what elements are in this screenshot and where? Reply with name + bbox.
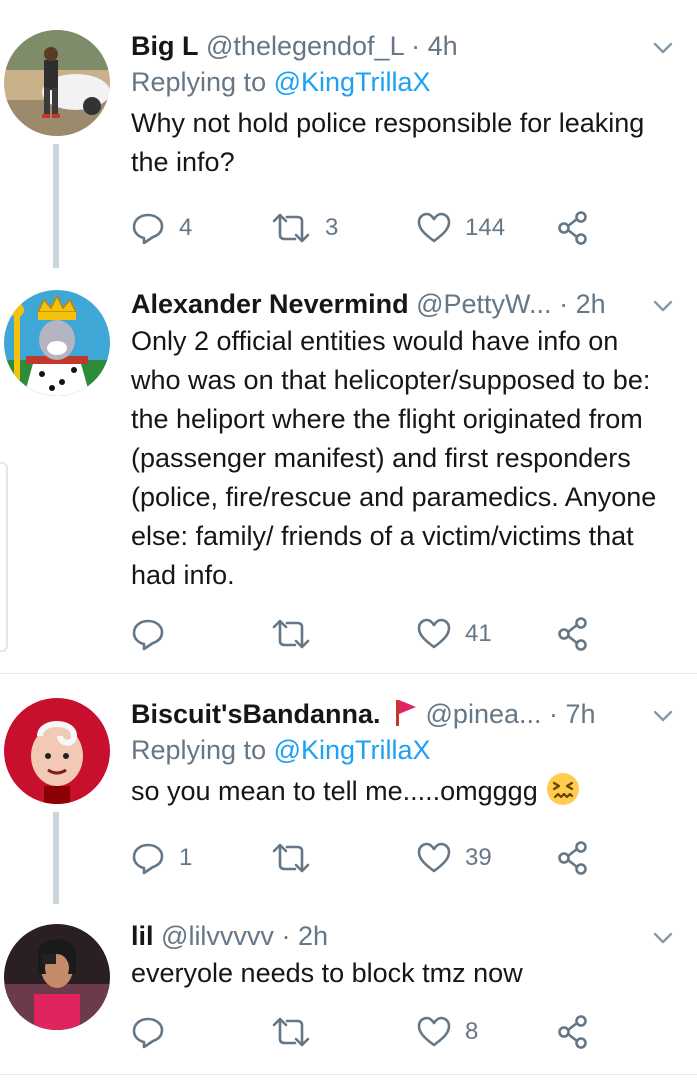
retweet-icon (272, 1017, 310, 1047)
share-icon (558, 1015, 587, 1049)
tweet-text-content: so you mean to tell me.....omgggg (131, 776, 538, 806)
mention-link[interactable]: @KingTrillaX (274, 67, 431, 97)
reply-button[interactable]: 1 (131, 838, 192, 878)
retweet-button[interactable] (271, 1012, 325, 1052)
heart-icon (417, 618, 451, 649)
tweet-actions: 41 (131, 614, 611, 654)
tweet-text: Only 2 official entities would have info… (131, 326, 657, 590)
avatar[interactable] (4, 30, 110, 136)
avatar[interactable] (4, 924, 110, 1030)
timestamp[interactable]: · 2h (559, 289, 606, 319)
chevron-down-icon[interactable] (651, 294, 675, 318)
tweet-actions: 1 39 (131, 838, 611, 878)
retweet-button[interactable] (271, 838, 325, 878)
heart-icon (417, 842, 451, 873)
retweet-count: 3 (325, 214, 339, 241)
reply-count: 1 (179, 844, 193, 871)
reply-button[interactable]: 4 (131, 208, 192, 248)
avatar[interactable] (4, 290, 110, 396)
like-button[interactable]: 144 (417, 208, 505, 248)
reply-icon (132, 1017, 164, 1049)
tweet-header: Alexander Nevermind @PettyW... · 2h (131, 286, 669, 322)
confounded-face-emoji (546, 773, 579, 805)
heart-icon (417, 1016, 451, 1047)
timestamp[interactable]: · 7h (549, 699, 596, 729)
divider (0, 1074, 697, 1075)
reply-button[interactable] (131, 1012, 179, 1052)
reply-icon (132, 843, 164, 875)
reply-icon (132, 619, 164, 651)
display-name[interactable]: Big L (131, 31, 199, 61)
like-count: 39 (465, 844, 492, 871)
replying-to-label: Replying to (131, 67, 274, 97)
handle[interactable]: @lilvvvvv (161, 921, 274, 951)
handle[interactable]: @PettyW... (416, 289, 551, 319)
tweet-text: everyole needs to block tmz now (131, 958, 523, 988)
timestamp[interactable]: · 2h (281, 921, 328, 951)
share-button[interactable] (557, 614, 589, 654)
thread-line (53, 812, 59, 904)
retweet-icon (272, 213, 310, 243)
avatar[interactable] (4, 698, 110, 804)
tweet-big-l[interactable]: Big L @thelegendof_L · 4h Replying to @K… (0, 0, 697, 268)
red-flag-icon (396, 700, 416, 726)
reply-icon (132, 213, 164, 245)
share-button[interactable] (557, 838, 589, 878)
replying-to-label: Replying to (131, 735, 274, 765)
tweet-header: Big L @thelegendof_L · 4h (131, 28, 669, 64)
tweet-actions: 8 (131, 1012, 611, 1052)
retweet-button[interactable]: 3 (271, 208, 338, 248)
handle[interactable]: @pinea... (426, 699, 542, 729)
retweet-icon (272, 619, 310, 649)
tweet-header: Biscuit'sBandanna. @pinea... · 7h (131, 696, 669, 732)
like-count: 144 (465, 214, 506, 241)
display-name[interactable]: Alexander Nevermind (131, 289, 409, 319)
tweet-lil[interactable]: lil @lilvvvvv · 2h everyole needs to blo… (0, 904, 697, 1074)
replying-to: Replying to @KingTrillaX (131, 64, 669, 100)
share-icon (558, 617, 587, 651)
chevron-down-icon[interactable] (651, 36, 675, 60)
reply-button[interactable] (131, 614, 179, 654)
chevron-down-icon[interactable] (651, 704, 675, 728)
display-name[interactable]: lil (131, 921, 154, 951)
like-button[interactable]: 8 (417, 1012, 478, 1052)
heart-icon (417, 212, 451, 243)
share-button[interactable] (557, 208, 589, 248)
timestamp[interactable]: · 4h (411, 31, 458, 61)
chevron-down-icon[interactable] (651, 926, 675, 950)
thread-line (53, 144, 59, 268)
like-count: 8 (465, 1018, 479, 1045)
display-name[interactable]: Biscuit'sBandanna. (131, 699, 380, 729)
share-button[interactable] (557, 1012, 589, 1052)
retweet-button[interactable] (271, 614, 325, 654)
reply-count: 4 (179, 214, 193, 241)
handle[interactable]: @thelegendof_L (206, 31, 404, 61)
share-icon (558, 841, 587, 875)
mention-link[interactable]: @KingTrillaX (274, 735, 431, 765)
like-button[interactable]: 41 (417, 614, 492, 654)
tweet-text: so you mean to tell me.....omgggg (131, 772, 669, 811)
tweet-alexander-nevermind[interactable]: Alexander Nevermind @PettyW... · 2h Only… (0, 268, 697, 672)
tweet-actions: 4 3 144 (131, 208, 611, 248)
tweet-header: lil @lilvvvvv · 2h (131, 918, 669, 954)
share-icon (558, 211, 587, 245)
tweet-biscuits-bandanna[interactable]: Biscuit'sBandanna. @pinea... · 7h Replyi… (0, 674, 697, 904)
retweet-icon (272, 843, 310, 873)
tweet-text: Why not hold police responsible for leak… (131, 108, 645, 177)
replying-to: Replying to @KingTrillaX (131, 732, 669, 768)
like-count: 41 (465, 620, 492, 647)
like-button[interactable]: 39 (417, 838, 492, 878)
